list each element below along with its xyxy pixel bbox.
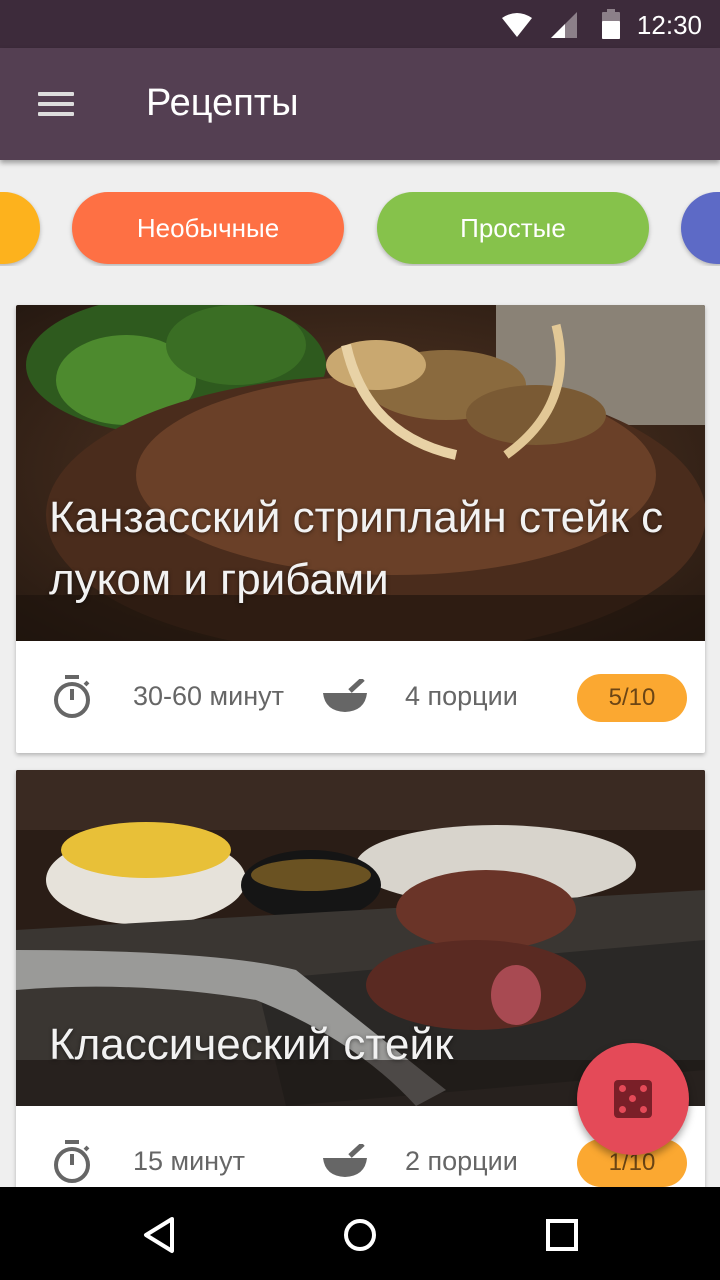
filter-chip-unusual[interactable]: Необычные <box>72 192 344 264</box>
recipe-title: Канзасский стриплайн стейк с луком и гри… <box>49 493 664 604</box>
filter-chip-label: Простые <box>460 212 566 243</box>
filter-chip-label: Необычные <box>136 212 280 243</box>
recipe-card[interactable]: Канзасский стриплайн стейк с луком и гри… <box>16 305 705 753</box>
recipe-card[interactable]: Классический стейк 15 минут 2 порции 1/1… <box>16 770 705 1220</box>
navigation-bar <box>0 1187 720 1280</box>
recipe-info: 30-60 минут 4 порции 5/10 <box>16 641 705 753</box>
home-icon[interactable] <box>332 1207 388 1263</box>
recipe-title: Классический стейк <box>49 1020 454 1069</box>
filter-chip-simple[interactable]: Простые <box>377 192 649 264</box>
recipe-servings: 2 порции <box>405 1146 518 1176</box>
filter-chip-blue[interactable] <box>681 192 720 264</box>
recents-icon[interactable] <box>534 1207 590 1263</box>
battery-icon <box>602 9 620 39</box>
mortar-pestle-icon <box>323 679 367 712</box>
dice-icon <box>614 1080 652 1118</box>
timer-icon <box>54 1140 90 1183</box>
signal-icon <box>551 12 577 38</box>
wifi-icon <box>502 13 532 37</box>
recipe-servings: 4 порции <box>405 681 518 711</box>
timer-icon <box>54 675 90 718</box>
filter-chips: Необычные Простые <box>0 192 720 266</box>
page-title: Рецепты <box>146 82 299 124</box>
mortar-pestle-icon <box>323 1144 367 1177</box>
random-recipe-button[interactable] <box>577 1043 689 1155</box>
status-time: 12:30 <box>636 10 702 40</box>
filter-chip-yellow[interactable] <box>0 192 40 264</box>
recipe-image: Канзасский стриплайн стейк с луком и гри… <box>16 305 705 641</box>
recipe-time: 15 минут <box>133 1146 245 1176</box>
status-bar: 12:30 <box>0 0 720 48</box>
rating-badge: 5/10 <box>577 674 687 722</box>
recipe-time: 30-60 минут <box>133 681 284 711</box>
app-bar: Рецепты <box>0 48 720 160</box>
back-icon[interactable] <box>132 1207 188 1263</box>
hamburger-menu-icon[interactable] <box>28 84 84 124</box>
